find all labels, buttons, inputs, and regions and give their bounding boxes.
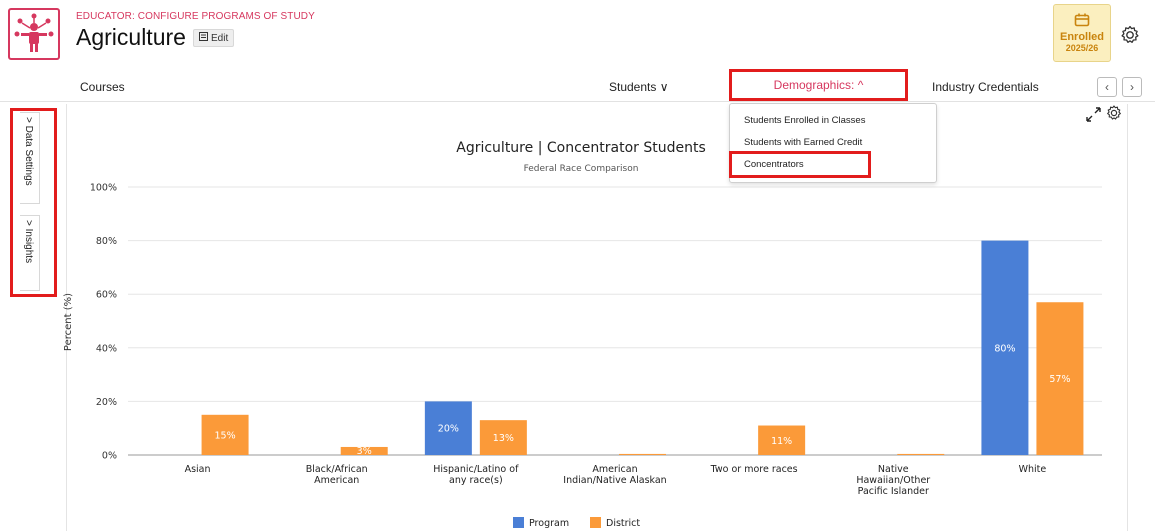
bar-data-label: 13% — [493, 433, 514, 444]
y-tick-label: 20% — [96, 397, 117, 408]
x-tick-label: American — [592, 464, 637, 475]
expand-icon[interactable] — [1086, 107, 1101, 122]
x-tick-label: White — [1019, 464, 1047, 475]
x-tick-label: Indian/Native Alaskan — [563, 475, 666, 486]
x-tick-label: Hispanic/Latino of — [433, 464, 519, 475]
legend-swatch-program — [513, 517, 524, 528]
chart-settings-icon[interactable] — [1107, 105, 1121, 120]
x-tick-label: Pacific Islander — [858, 486, 929, 497]
x-tick-label: Native — [878, 464, 909, 475]
bar-data-label: 11% — [771, 436, 792, 447]
menu-item-students-enrolled[interactable]: Students Enrolled in Classes — [744, 115, 865, 126]
x-tick-label: any race(s) — [449, 475, 503, 486]
x-tick-label: American — [314, 475, 359, 486]
y-tick-label: 0% — [102, 451, 117, 462]
y-tick-label: 40% — [96, 343, 117, 354]
concentrators-highlight — [729, 151, 871, 178]
y-tick-label: 100% — [90, 183, 117, 194]
x-tick-label: Two or more races — [710, 464, 798, 475]
legend-swatch-district — [590, 517, 601, 528]
concentrator-bar-chart: 0% 20% 40% 60% 80% 100% 15% Asian 3% Black/Africa… — [63, 105, 1121, 529]
x-tick-label: Asian — [185, 464, 211, 475]
bar-data-label: 15% — [215, 430, 236, 441]
x-tick-label: Black/African — [306, 464, 368, 475]
x-tick-label: Hawaiian/Other — [856, 475, 930, 486]
y-tick-label: 80% — [96, 236, 117, 247]
legend-label-district[interactable]: District — [606, 518, 640, 529]
y-axis-label: Percent (%) — [63, 293, 74, 351]
bar-data-label: 3% — [357, 446, 372, 457]
y-tick-label: 60% — [96, 290, 117, 301]
bar-district[interactable] — [619, 453, 666, 455]
chart-legend: Program District — [513, 517, 640, 529]
bar-district[interactable] — [897, 453, 945, 455]
bar-data-label: 80% — [994, 343, 1015, 354]
bar-data-label: 20% — [438, 424, 459, 435]
legend-label-program[interactable]: Program — [529, 518, 569, 529]
menu-item-students-earned-credit[interactable]: Students with Earned Credit — [744, 137, 862, 148]
bar-data-label: 57% — [1049, 374, 1070, 385]
